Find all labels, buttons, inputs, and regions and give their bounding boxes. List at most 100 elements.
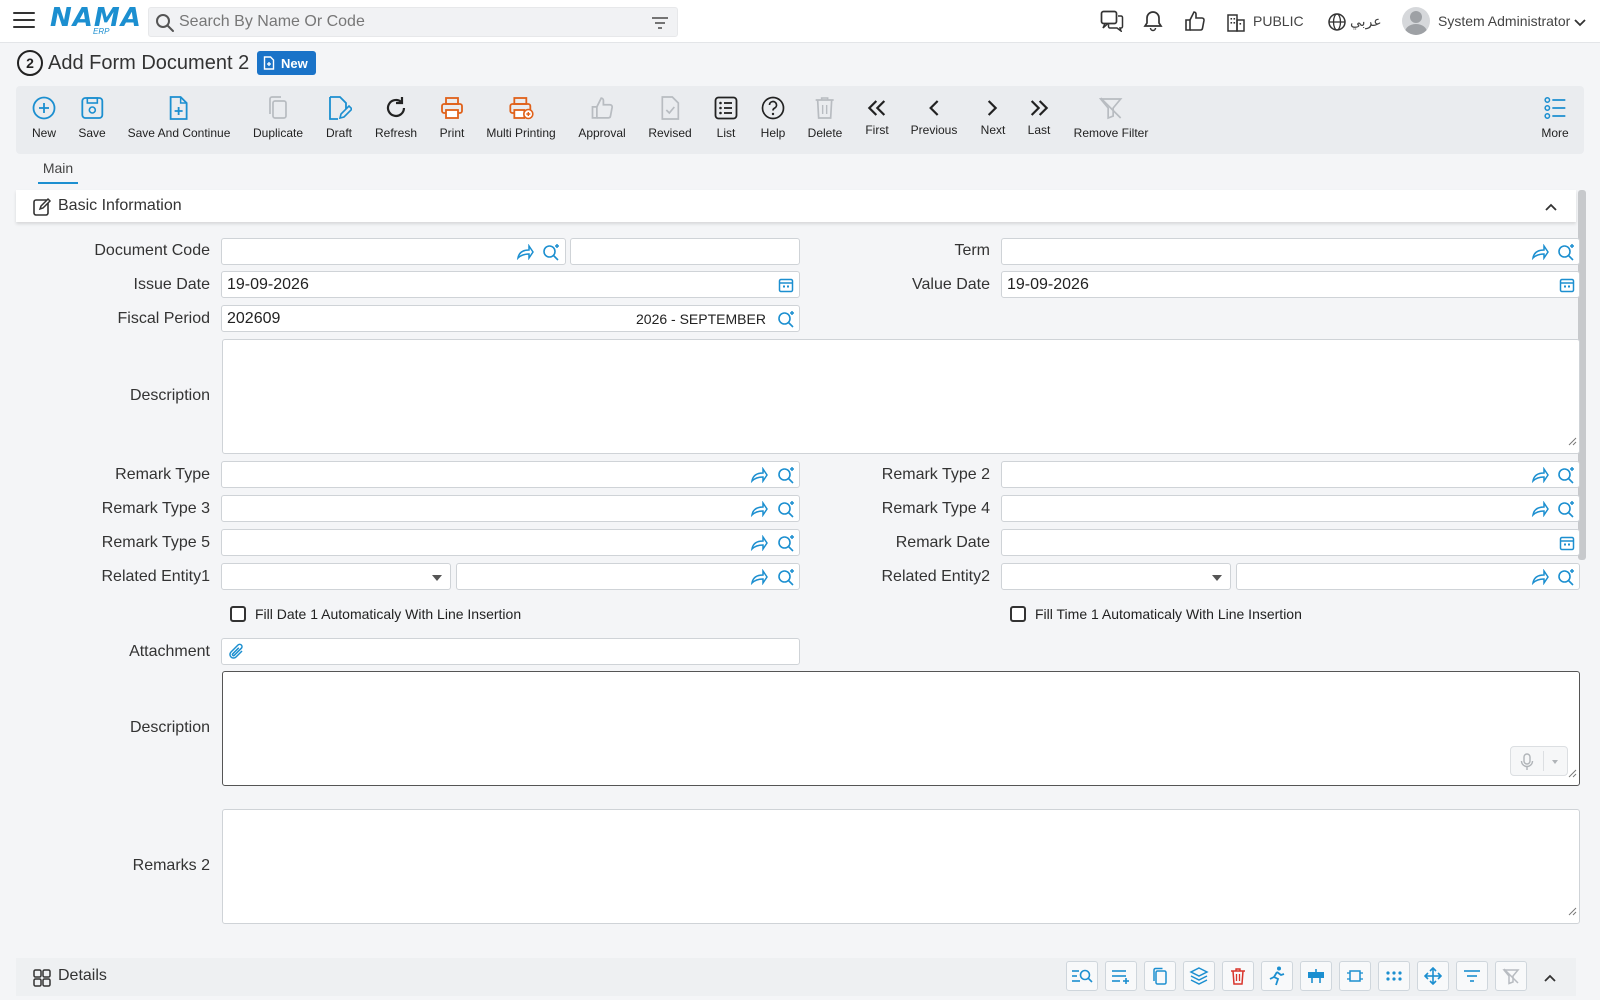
search-lookup-icon[interactable]	[777, 535, 795, 558]
attachment-field[interactable]	[221, 638, 800, 665]
voice-options-caret-icon[interactable]	[1552, 760, 1558, 764]
chevron-up-icon[interactable]	[1544, 199, 1558, 217]
details-move-button[interactable]	[1417, 961, 1449, 991]
share-arrow-icon[interactable]	[1531, 568, 1549, 590]
save-button[interactable]: Save	[78, 94, 106, 140]
share-arrow-icon[interactable]	[1531, 466, 1549, 488]
next-button[interactable]: Next	[981, 94, 1005, 137]
issue-date-input[interactable]	[227, 275, 747, 295]
microphone-icon[interactable]	[1520, 753, 1534, 776]
details-delete-button[interactable]	[1222, 961, 1254, 991]
remark-type-5-input[interactable]	[227, 533, 727, 553]
chat-icon[interactable]	[1100, 10, 1124, 37]
search-lookup-icon[interactable]	[1557, 244, 1575, 267]
more-button[interactable]: More	[1541, 94, 1569, 140]
remark-type-4-input[interactable]	[1007, 499, 1507, 519]
value-date-input[interactable]	[1007, 275, 1527, 295]
fill-time-1-checkbox[interactable]	[1010, 606, 1026, 622]
user-name[interactable]: System Administrator	[1438, 13, 1570, 29]
revised-button[interactable]: Revised	[648, 94, 692, 140]
search-lookup-icon[interactable]	[1557, 501, 1575, 524]
multi-printing-button[interactable]: Multi Printing	[486, 94, 556, 140]
chevron-down-icon[interactable]	[1573, 15, 1587, 33]
share-arrow-icon[interactable]	[750, 466, 768, 488]
details-grid-dots-button[interactable]	[1378, 961, 1410, 991]
thumbs-up-icon[interactable]	[1184, 10, 1206, 37]
resize-handle-icon[interactable]	[1567, 903, 1577, 921]
share-arrow-icon[interactable]	[1531, 500, 1549, 522]
help-button[interactable]: Help	[760, 94, 786, 140]
paperclip-icon[interactable]	[228, 642, 246, 667]
details-run-button[interactable]	[1261, 961, 1293, 991]
globe-icon[interactable]	[1327, 12, 1347, 37]
search-lookup-icon[interactable]	[1557, 467, 1575, 490]
chevron-up-icon[interactable]	[1543, 970, 1557, 988]
share-arrow-icon[interactable]	[750, 568, 768, 590]
new-button[interactable]: New	[31, 94, 57, 140]
search-lookup-icon[interactable]	[1557, 569, 1575, 592]
search-lookup-icon[interactable]	[777, 569, 795, 592]
fiscal-period-input[interactable]	[227, 309, 607, 329]
search-lookup-icon[interactable]	[777, 311, 795, 334]
duplicate-button[interactable]: Duplicate	[253, 94, 303, 140]
remark-date-input[interactable]	[1007, 533, 1527, 553]
notification-bell-icon[interactable]	[1142, 10, 1164, 37]
remarks-2-textarea[interactable]	[222, 809, 1580, 924]
details-copy-button[interactable]	[1144, 961, 1176, 991]
details-search-button[interactable]	[1066, 961, 1098, 991]
share-arrow-icon[interactable]	[750, 500, 768, 522]
previous-button[interactable]: Previous	[911, 94, 957, 137]
calendar-icon[interactable]	[1559, 277, 1575, 298]
remark-type-2-input[interactable]	[1007, 465, 1507, 485]
calendar-icon[interactable]	[778, 277, 794, 298]
related-entity1-input[interactable]	[462, 567, 732, 587]
description-2-textarea[interactable]	[222, 671, 1580, 786]
list-button[interactable]: List	[713, 94, 739, 140]
basic-information-header[interactable]: Basic Information	[16, 190, 1576, 222]
language-switch[interactable]: عربي	[1350, 13, 1382, 30]
filter-off-icon	[1502, 968, 1520, 985]
description-textarea[interactable]	[222, 339, 1580, 454]
details-section-header[interactable]: Details	[16, 958, 1576, 996]
search-lookup-icon[interactable]	[777, 501, 795, 524]
refresh-button[interactable]: Refresh	[375, 94, 417, 140]
share-arrow-icon[interactable]	[516, 243, 534, 265]
remark-type-3-input[interactable]	[227, 499, 727, 519]
calendar-icon[interactable]	[1559, 535, 1575, 556]
related-entity2-input[interactable]	[1242, 567, 1512, 587]
resize-handle-icon[interactable]	[1567, 765, 1577, 783]
user-avatar[interactable]	[1402, 7, 1430, 35]
related-entity2-type-select[interactable]	[1001, 563, 1231, 590]
delete-button[interactable]: Delete	[808, 94, 842, 140]
fill-date-1-checkbox[interactable]	[230, 606, 246, 622]
print-button[interactable]: Print	[439, 94, 465, 140]
remove-filter-button[interactable]: Remove Filter	[1074, 94, 1148, 140]
last-button[interactable]: Last	[1028, 94, 1050, 137]
filter-icon[interactable]	[651, 15, 669, 36]
approval-button[interactable]: Approval	[578, 94, 626, 140]
building-icon[interactable]	[1226, 12, 1246, 37]
details-filter-button[interactable]	[1456, 961, 1488, 991]
branch-label[interactable]: PUBLIC	[1253, 13, 1304, 29]
search-lookup-icon[interactable]	[542, 244, 560, 267]
details-table-button[interactable]	[1300, 961, 1332, 991]
hamburger-menu-icon[interactable]	[13, 12, 35, 30]
details-layers-button[interactable]	[1183, 961, 1215, 991]
details-remove-filter-button[interactable]	[1495, 961, 1527, 991]
details-frame-button[interactable]	[1339, 961, 1371, 991]
remark-type-input[interactable]	[227, 465, 727, 485]
resize-handle-icon[interactable]	[1567, 433, 1577, 451]
save-and-continue-button[interactable]: Save And Continue	[128, 94, 230, 140]
first-button[interactable]: First	[865, 94, 889, 137]
details-add-lines-button[interactable]	[1105, 961, 1137, 991]
share-arrow-icon[interactable]	[750, 534, 768, 556]
tab-main[interactable]: Main	[38, 160, 78, 184]
term-input[interactable]	[1007, 242, 1507, 262]
document-code-name-input[interactable]	[576, 242, 794, 262]
search-lookup-icon[interactable]	[777, 467, 795, 490]
search-input[interactable]	[179, 11, 649, 33]
related-entity1-type-select[interactable]	[221, 563, 451, 590]
draft-button[interactable]: Draft	[326, 94, 352, 140]
share-arrow-icon[interactable]	[1531, 243, 1549, 265]
document-code-input[interactable]	[227, 242, 517, 262]
